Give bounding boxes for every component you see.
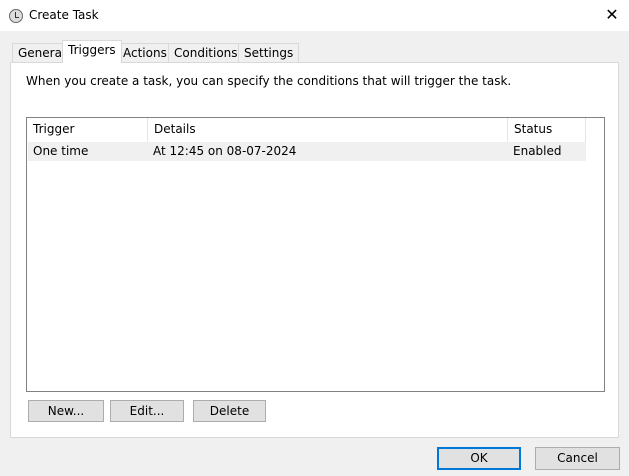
column-header-trigger[interactable]: Trigger xyxy=(27,118,148,142)
tab-conditions[interactable]: Conditions xyxy=(168,43,244,62)
edit-button[interactable]: Edit... xyxy=(110,400,184,422)
new-button[interactable]: New... xyxy=(28,400,104,422)
column-header-details[interactable]: Details xyxy=(148,118,508,142)
close-button[interactable]: ✕ xyxy=(600,4,624,26)
cell-trigger: One time xyxy=(33,144,89,158)
cancel-button[interactable]: Cancel xyxy=(535,447,620,470)
delete-button[interactable]: Delete xyxy=(193,400,266,422)
tab-actions[interactable]: Actions xyxy=(117,43,173,62)
table-row[interactable]: One time At 12:45 on 08-07-2024 Enabled xyxy=(28,142,586,161)
description: When you create a task, you can specify … xyxy=(26,74,512,88)
ok-button[interactable]: OK xyxy=(437,447,521,470)
clock-icon xyxy=(9,9,23,23)
tab-triggers[interactable]: Triggers xyxy=(62,40,122,63)
cell-status: Enabled xyxy=(513,144,562,158)
title-bar: Create Task ✕ xyxy=(0,0,629,31)
cell-details: At 12:45 on 08-07-2024 xyxy=(153,144,297,158)
window-title: Create Task xyxy=(29,8,99,22)
tab-settings[interactable]: Settings xyxy=(238,43,300,62)
column-header-status[interactable]: Status xyxy=(508,118,586,142)
triggers-list[interactable]: Trigger Details Status One time At 12:45… xyxy=(26,117,605,392)
